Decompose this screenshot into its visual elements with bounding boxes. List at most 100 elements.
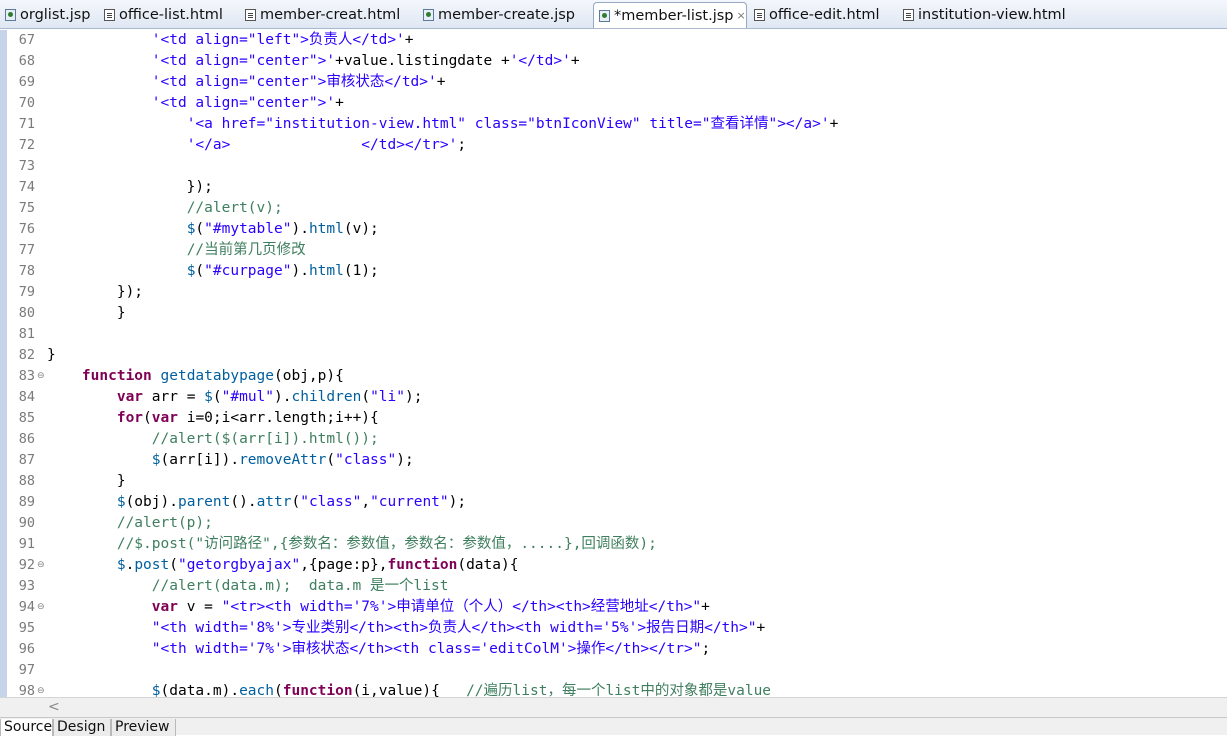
code-line: 79 }); xyxy=(7,282,1227,303)
html-file-icon xyxy=(754,9,765,21)
code-text: //$.post("访问路径",{参数名：参数值，参数名：参数值，.....},… xyxy=(47,534,657,555)
tab-design[interactable]: Design xyxy=(53,719,111,736)
code-text: $(arr[i]).removeAttr("class"); xyxy=(47,450,414,471)
code-token: i=0;i<arr.length;i++){ xyxy=(177,410,379,426)
code-token: + xyxy=(404,32,414,48)
code-text: //alert(v); xyxy=(47,198,283,219)
code-token: (data.m). xyxy=(160,683,240,697)
code-token: +value.listingdate + xyxy=(335,53,510,69)
code-token: + xyxy=(335,95,344,111)
code-token: //alert(v); xyxy=(186,200,283,216)
code-token: ; xyxy=(701,641,711,657)
line-number: 92 xyxy=(18,557,35,573)
line-number: 93 xyxy=(18,578,35,594)
editor-tab[interactable]: office-list.html xyxy=(99,3,235,27)
fold-toggle-icon[interactable]: ⊖ xyxy=(37,687,45,696)
line-number: 80 xyxy=(18,305,35,321)
code-token: //遍历list，每一个list中的对象都是value xyxy=(466,683,772,697)
code-text: //alert($(arr[i]).html()); xyxy=(47,429,379,450)
jsp-file-icon xyxy=(423,9,434,21)
code-token: //$.post("访问路径",{参数名：参数值，参数名：参数值，.....},… xyxy=(116,536,657,552)
code-line: 82} xyxy=(7,345,1227,366)
code-token: + xyxy=(829,116,839,132)
line-number: 78 xyxy=(18,263,35,279)
code-token: "<th width='8%'>专业类别</th><th>负责人</th><th… xyxy=(151,620,757,636)
code-line: 91 //$.post("访问路径",{参数名：参数值，参数名：参数值，....… xyxy=(7,534,1227,555)
code-token: (arr[i]). xyxy=(160,452,240,468)
code-text: } xyxy=(47,345,56,366)
editor-tab[interactable]: institution-view.html xyxy=(898,3,1078,27)
code-token: html xyxy=(308,263,344,279)
line-number: 79 xyxy=(18,284,35,300)
editor-tab[interactable]: office-edit.html xyxy=(749,3,886,27)
editor-tab[interactable]: member-create.jsp xyxy=(418,3,586,27)
code-token: getdatabypage xyxy=(160,368,275,384)
code-token: . xyxy=(125,557,135,573)
tab-preview[interactable]: Preview xyxy=(111,719,176,736)
line-number: 67 xyxy=(18,32,35,48)
code-text: '</a> </td></tr>'; xyxy=(47,135,466,156)
code-token: "#mul" xyxy=(221,389,275,405)
editor-tab[interactable]: *member-list.jsp × xyxy=(593,2,747,28)
code-text: } xyxy=(47,303,126,324)
code-token: (obj). xyxy=(125,494,178,510)
fold-toggle-icon[interactable]: ⊖ xyxy=(37,372,45,381)
editor-tab[interactable]: orglist.jsp xyxy=(0,3,90,27)
code-token: "#curpage" xyxy=(204,263,292,279)
line-number: 77 xyxy=(18,242,35,258)
line-number: 86 xyxy=(18,431,35,447)
scroll-left-icon[interactable]: < xyxy=(48,699,60,715)
code-token: arr = xyxy=(143,389,205,405)
code-text: //alert(data.m); data.m 是一个list xyxy=(47,576,449,597)
tab-source[interactable]: Source xyxy=(0,719,53,736)
code-text: '<td align="center">'+ xyxy=(47,93,344,114)
code-text: }); xyxy=(47,177,213,198)
code-token: $ xyxy=(151,452,161,468)
code-token: post xyxy=(134,557,170,573)
close-tab-icon[interactable]: × xyxy=(737,9,746,22)
code-line: 85 for(var i=0;i<arr.length;i++){ xyxy=(7,408,1227,429)
code-token: "class" xyxy=(335,452,397,468)
line-number: 72 xyxy=(18,137,35,153)
code-token: + xyxy=(701,599,710,615)
code-token: ,{page:p}, xyxy=(300,557,388,573)
code-token: $ xyxy=(204,389,213,405)
code-text: "<th width='7%'>审核状态</th><th class='edit… xyxy=(47,639,710,660)
code-token: (1); xyxy=(343,263,379,279)
code-token: function xyxy=(81,368,152,384)
editor-tab-label: institution-view.html xyxy=(918,7,1066,23)
code-text: '<td align="left">负责人</td>'+ xyxy=(47,30,414,51)
fold-toggle-icon[interactable]: ⊖ xyxy=(37,561,45,570)
code-text: $(obj).parent().attr("class","current"); xyxy=(47,492,466,513)
line-number: 71 xyxy=(18,116,35,132)
line-number: 70 xyxy=(18,95,35,111)
fold-toggle-icon[interactable]: ⊖ xyxy=(37,603,45,612)
code-token: removeAttr xyxy=(239,452,327,468)
code-token: '<td align="center">' xyxy=(151,53,336,69)
line-number: 74 xyxy=(18,179,35,195)
code-token: '</a> </td></tr>' xyxy=(186,137,458,153)
code-token: ); xyxy=(396,452,414,468)
code-editor[interactable]: 67 '<td align="left">负责人</td>'+ 68 '<td a… xyxy=(7,30,1227,697)
code-token: "getorgbyajax" xyxy=(177,557,301,573)
code-token: '<td align="center">审核状态</td>' xyxy=(151,74,437,90)
line-number: 84 xyxy=(18,389,35,405)
horizontal-scrollbar[interactable]: < xyxy=(0,697,1227,718)
editor-tab-label: office-edit.html xyxy=(769,7,880,23)
code-line: 93 //alert(data.m); data.m 是一个list xyxy=(7,576,1227,597)
code-line: 89 $(obj).parent().attr("class","current… xyxy=(7,492,1227,513)
code-token: "#mytable" xyxy=(204,221,292,237)
code-token: //alert($(arr[i]).html()); xyxy=(151,431,379,447)
code-token: //当前第几页修改 xyxy=(186,242,306,258)
line-number: 76 xyxy=(18,221,35,237)
code-token: }); xyxy=(47,179,213,195)
editor-tab[interactable]: member-creat.html xyxy=(240,3,405,27)
